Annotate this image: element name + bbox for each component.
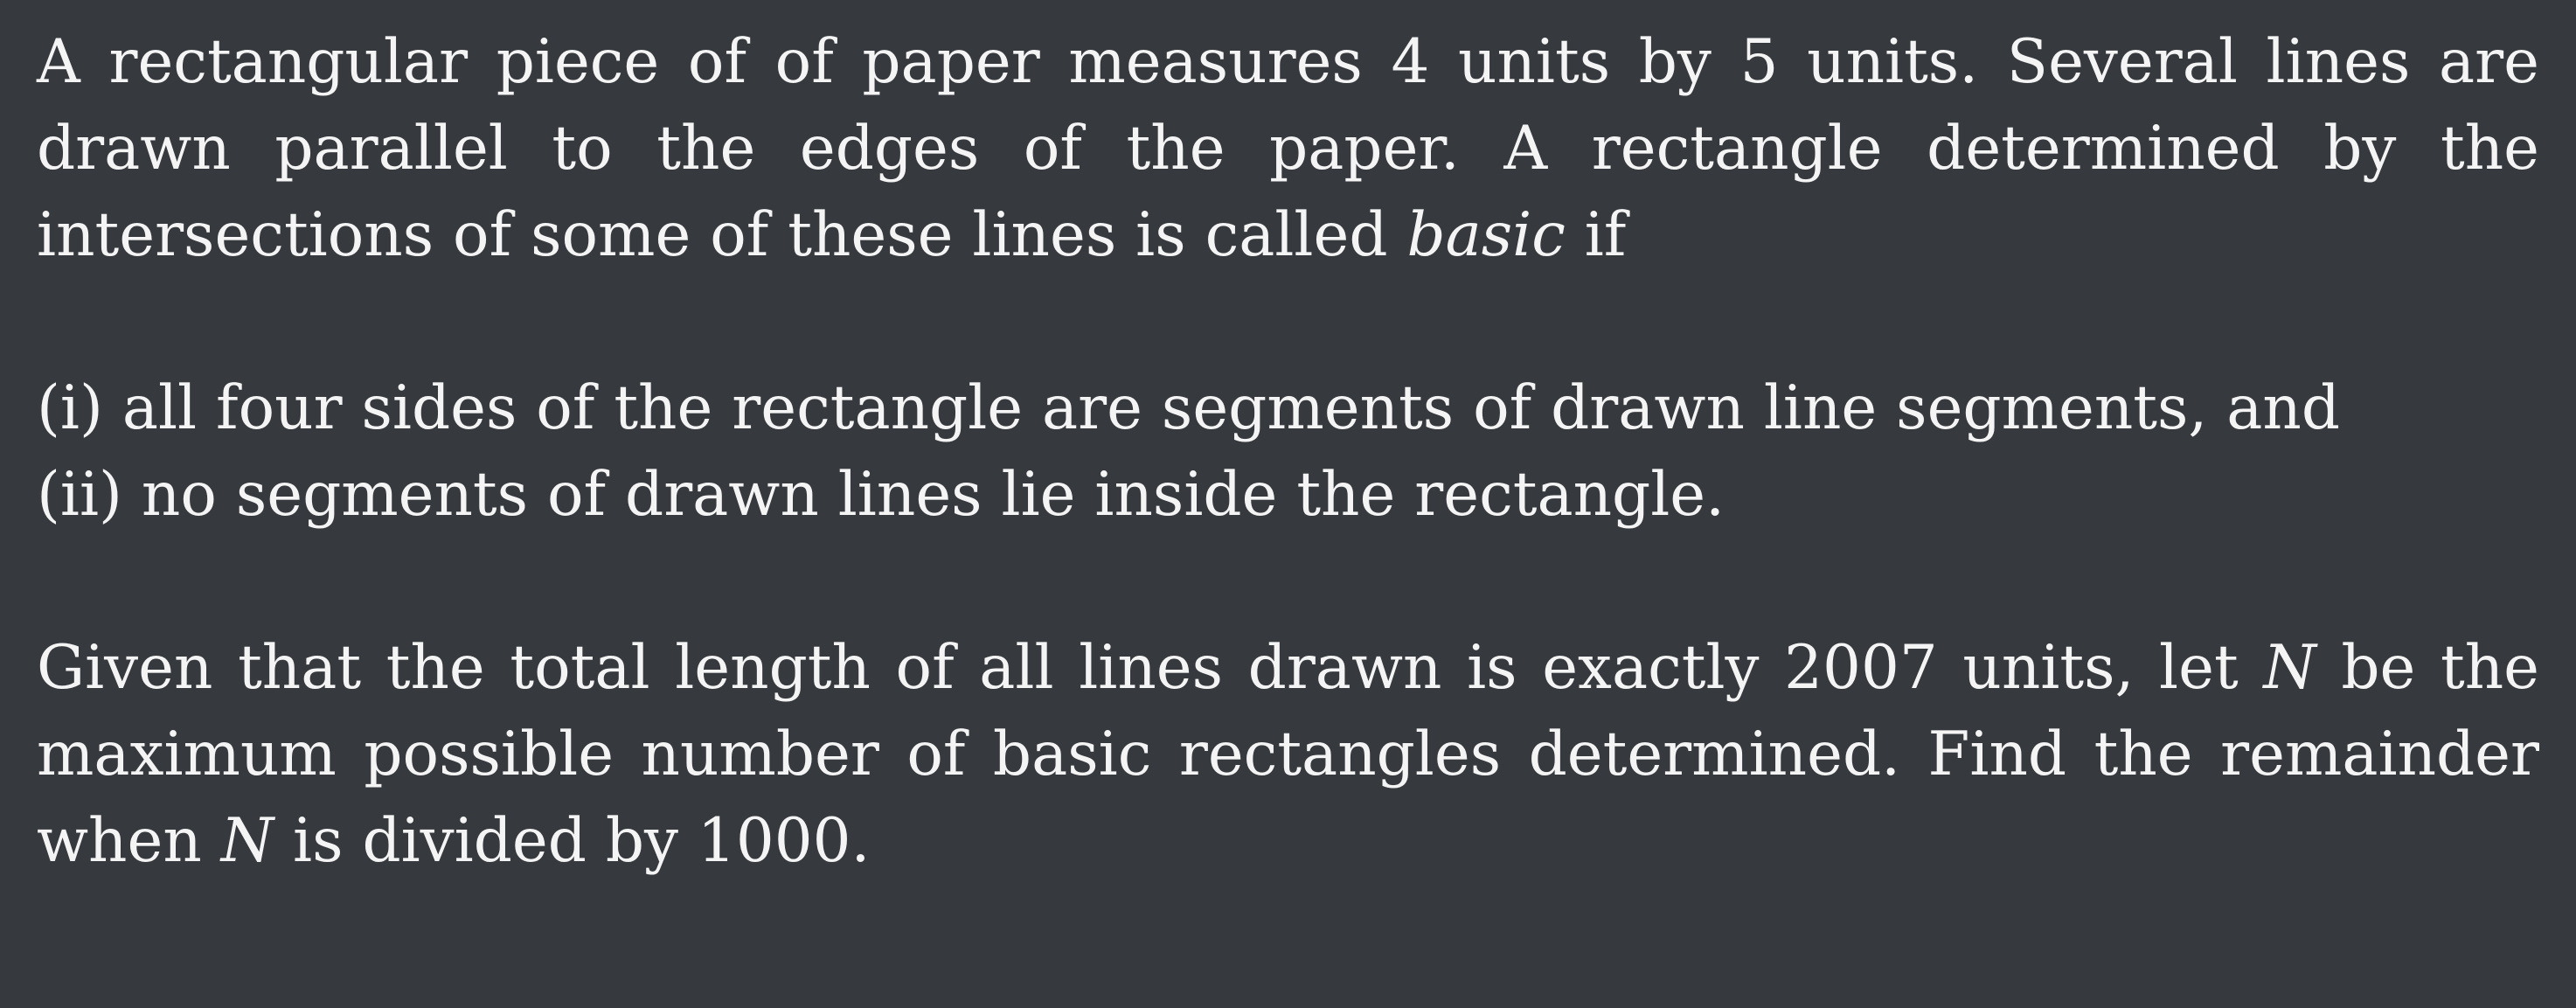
basic-term: basic <box>1406 200 1566 270</box>
intro-text-end: if <box>1565 200 1627 270</box>
intro-paragraph: A rectangular piece of of paper measures… <box>37 19 2539 279</box>
condition-ii-text: (ii) no segments of drawn lines lie insi… <box>37 460 1725 530</box>
condition-i-text: (i) all four sides of the rectangle are … <box>37 373 2341 443</box>
condition-i: (i) all four sides of the rectangle are … <box>37 365 2539 452</box>
variable-n: N <box>2263 633 2316 703</box>
intro-text: A rectangular piece of of paper measures… <box>37 27 2539 270</box>
variable-n: N <box>220 806 274 876</box>
condition-ii: (ii) no segments of drawn lines lie insi… <box>37 452 2539 539</box>
question-text: Given that the total length of all lines… <box>37 633 2264 703</box>
question-text-end: is divided by 1000. <box>274 806 871 876</box>
question-paragraph: Given that the total length of all lines… <box>37 625 2539 885</box>
problem-statement: A rectangular piece of of paper measures… <box>0 0 2576 1008</box>
